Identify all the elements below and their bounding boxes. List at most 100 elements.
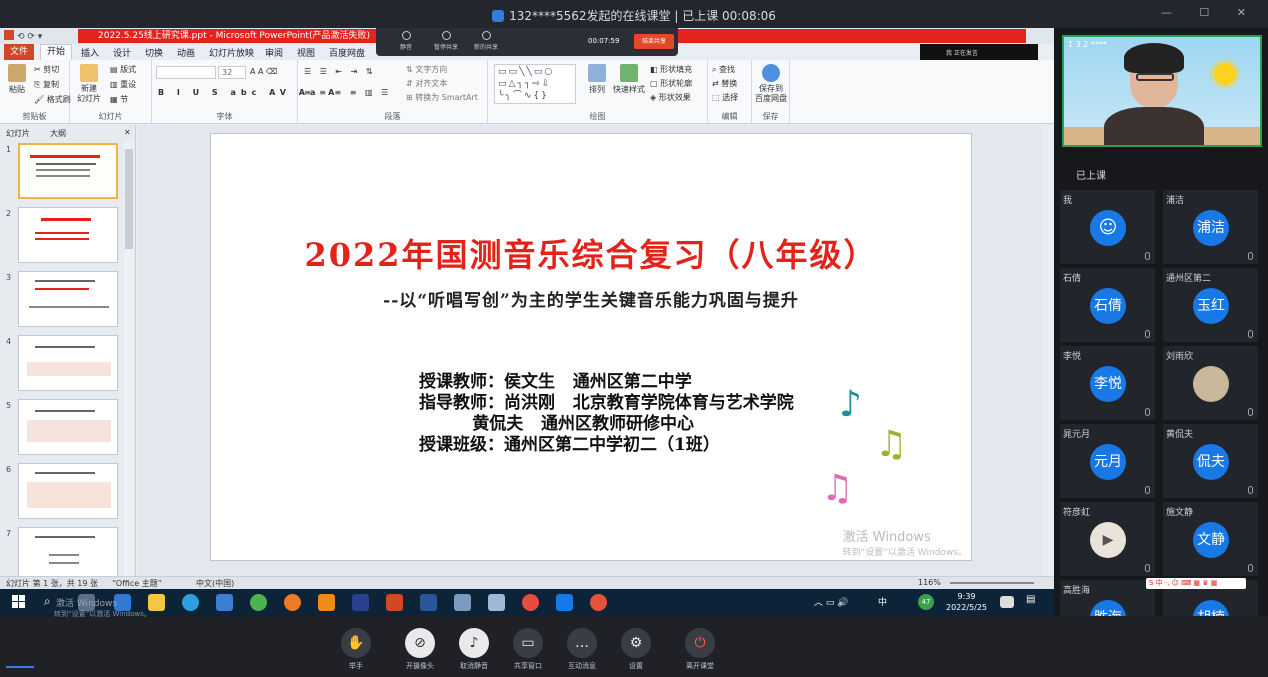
close-panel-icon[interactable]: ✕ [124, 128, 131, 137]
find-button[interactable]: ⌕ 查找 [712, 64, 735, 75]
quick-access-toolbar[interactable]: ⟲ ⟳ ▾ [4, 30, 42, 42]
app-icon[interactable] [522, 594, 539, 611]
tab-insert[interactable]: 插入 [81, 46, 99, 59]
font-family-select[interactable] [156, 66, 216, 79]
align-text-button[interactable]: ⇵ 对齐文本 [406, 78, 447, 89]
participant-tile[interactable]: 黄侃夫 侃夫 [1163, 424, 1258, 498]
tab-slides-panel[interactable]: 幻灯片 [6, 128, 30, 139]
format-painter-button[interactable]: 🖌 格式刷 [34, 94, 71, 105]
zoom-slider[interactable] [950, 582, 1034, 584]
settings-button[interactable]: ⚙ 设置 [616, 628, 656, 671]
app-icon[interactable] [488, 594, 505, 611]
app-icon[interactable] [352, 594, 369, 611]
paste-button[interactable]: 粘贴 [2, 64, 32, 95]
participant-tile[interactable]: 刘雨欣 [1163, 346, 1258, 420]
quick-styles-button[interactable]: 快速样式 [612, 64, 646, 95]
browser-360-icon[interactable] [250, 594, 267, 611]
tab-outline-panel[interactable]: 大纲 [50, 128, 66, 139]
tray-icons[interactable]: ︿ ▭ 🔊 [814, 595, 874, 609]
stop-share-button[interactable]: 结束共享 [634, 34, 674, 49]
tab-view[interactable]: 视图 [297, 46, 315, 59]
tab-home[interactable]: 开始 [40, 44, 73, 60]
tab-design[interactable]: 设计 [113, 46, 131, 59]
share-window-button[interactable]: ▭ 共享窗口 [508, 628, 548, 671]
tab-slideshow[interactable]: 幻灯片放映 [209, 46, 254, 59]
ime-toolbar[interactable]: S 中 ·, ☺ ⌨ ▦ ♛ ▦ [1146, 578, 1246, 589]
smartart-button[interactable]: ⊞ 转换为 SmartArt [406, 92, 478, 103]
shapes-gallery[interactable]: ▭▭╲╲▭○ ▭△┐┐⇨⇩ ╰╮⌒∿{} [494, 64, 576, 104]
text-direction-button[interactable]: ⇅ 文字方向 [406, 64, 447, 75]
grow-font-button[interactable]: A A ⌫ [250, 67, 277, 76]
thumb-number: 2 [6, 209, 12, 218]
participant-tile[interactable]: 通州区第二 玉红 [1163, 268, 1258, 342]
slide-thumbnail[interactable] [18, 207, 118, 263]
camera-button[interactable]: ⊘ 开摄像头 [400, 628, 440, 671]
tab-animations[interactable]: 动画 [177, 46, 195, 59]
list-buttons[interactable]: ☰ ☰ ⇤ ⇥ ⇅ [304, 67, 376, 76]
copy-button[interactable]: ⎘ 复制 [34, 79, 59, 90]
app-x-icon[interactable] [318, 594, 335, 611]
notification-icon[interactable] [1000, 596, 1014, 608]
raise-hand-button[interactable]: ✋ 举手 [336, 628, 376, 671]
messages-button[interactable]: … 互动消息 [562, 628, 602, 671]
teacher-video[interactable]: 1 3 2 **** [1062, 35, 1262, 147]
arrange-button[interactable]: 排列 [582, 64, 612, 95]
current-slide[interactable]: 2022年国测音乐综合复习（八年级） --以“听唱写创”为主的学生关键音乐能力巩… [210, 133, 972, 561]
participant-tile[interactable]: 李悦 李悦 [1060, 346, 1155, 420]
align-buttons[interactable]: ≡ ≡ ≡ ≡ ▥ ☰ [304, 88, 391, 97]
save-baidu-button[interactable]: 保存到 百度网盘 [754, 64, 788, 104]
unmute-button[interactable]: ♪ 取消静音 [454, 628, 494, 671]
participant-tile[interactable]: 施文静 文静 [1163, 502, 1258, 576]
layout-button[interactable]: ▤ 版式 [110, 64, 136, 75]
firefox-icon[interactable] [284, 594, 301, 611]
tab-file[interactable]: 文件 [4, 44, 34, 60]
replace-button[interactable]: ⇄ 替换 [712, 78, 737, 89]
shape-fill-button[interactable]: ◧ 形状填充 [650, 64, 692, 75]
music-note-icon: ♫ [821, 468, 854, 509]
section-button[interactable]: ▦ 节 [110, 94, 128, 105]
app-icon[interactable] [454, 594, 471, 611]
font-size-select[interactable]: 32 [218, 66, 246, 79]
chat-icon[interactable]: ▤ [1026, 594, 1043, 611]
slide-thumbnail[interactable] [18, 527, 118, 583]
participant-tile[interactable]: 高胜海 胜海 [1060, 580, 1155, 616]
windows-start-icon[interactable] [12, 595, 26, 609]
new-share-button[interactable]: 新的共享 [466, 31, 506, 51]
word-icon[interactable] [420, 594, 437, 611]
slide-thumbnail[interactable] [18, 335, 118, 391]
window-controls[interactable]: — ☐ ✕ [1161, 6, 1258, 19]
tray-lang[interactable]: 中 [878, 595, 892, 609]
tab-review[interactable]: 审阅 [265, 46, 283, 59]
cut-button[interactable]: ✂ 剪切 [34, 64, 59, 75]
zoom-level[interactable]: 116% [918, 578, 941, 587]
tab-baidu[interactable]: 百度网盘 [329, 46, 365, 59]
language-indicator[interactable]: 中文(中国) [196, 578, 234, 589]
slide-thumbnail[interactable] [18, 143, 118, 199]
copy-label: 复制 [42, 80, 59, 89]
shape-outline-button[interactable]: ▢ 形状轮廓 [650, 78, 692, 89]
participant-tile[interactable]: 我 ☺ [1060, 190, 1155, 264]
new-slide-button[interactable]: 新建 幻灯片 [74, 64, 104, 104]
tab-transitions[interactable]: 切换 [145, 46, 163, 59]
taskbar-clock[interactable]: 9:39 2022/5/25 [946, 591, 987, 613]
pause-share-button[interactable]: 暂停共享 [426, 31, 466, 51]
participant-tile[interactable]: 符彦虹 ▶ [1060, 502, 1155, 576]
app-icon[interactable] [590, 594, 607, 611]
slide-thumbnail[interactable] [18, 271, 118, 327]
edge-icon[interactable] [182, 594, 199, 611]
leave-class-button[interactable]: ⏻ 离开课堂 [680, 628, 720, 671]
meeting-app-icon[interactable] [556, 594, 573, 611]
mail-icon[interactable] [216, 594, 233, 611]
participant-tile[interactable]: 石倩 石倩 [1060, 268, 1155, 342]
powerpoint-icon[interactable] [386, 594, 403, 611]
participant-tile[interactable]: 晁元月 元月 [1060, 424, 1155, 498]
select-button[interactable]: ⬚ 选择 [712, 92, 738, 103]
thumbnail-scrollbar[interactable] [124, 141, 134, 577]
slide-thumbnail[interactable] [18, 463, 118, 519]
participant-tile[interactable]: 浦洁 浦洁 [1163, 190, 1258, 264]
mute-mini-button[interactable]: 静音 [386, 31, 426, 51]
slide-thumbnail[interactable] [18, 399, 118, 455]
shape-effects-button[interactable]: ◈ 形状效果 [650, 92, 691, 103]
reset-button[interactable]: ▥ 重设 [110, 79, 136, 90]
tray-badge[interactable]: 47 [918, 594, 934, 610]
